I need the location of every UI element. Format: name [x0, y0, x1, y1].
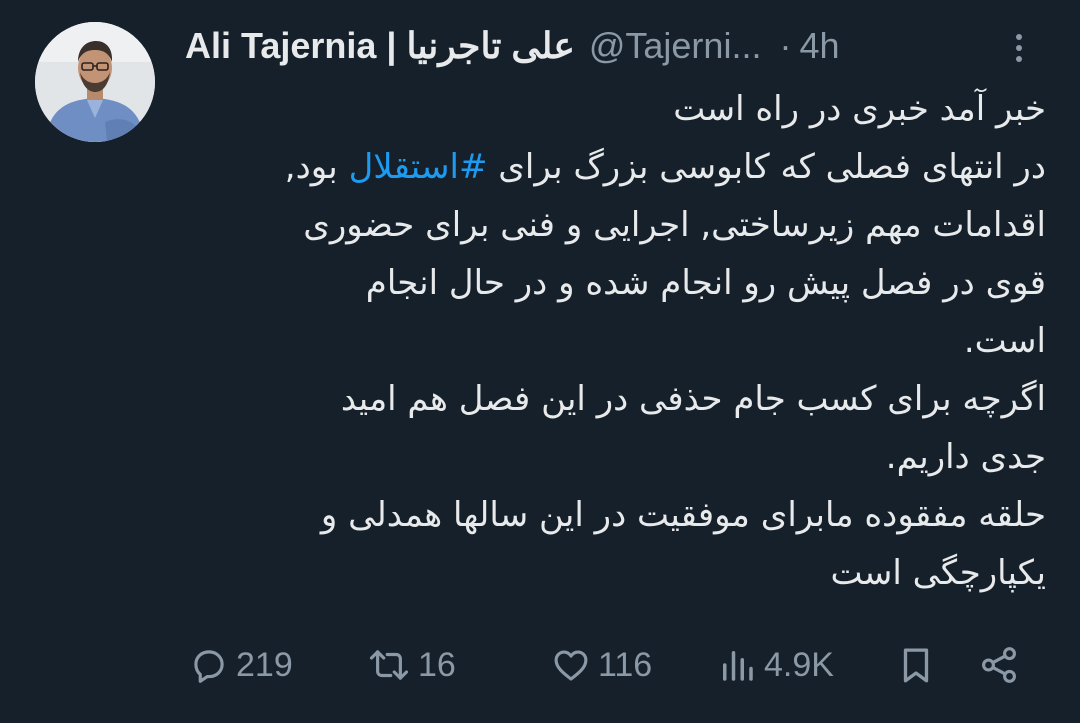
views-button[interactable]: 4.9K — [716, 640, 834, 690]
tweet-text-line: اگرچه برای کسب جام حذفی در این فصل هم ام… — [180, 370, 1046, 428]
tweet-text-line: در انتهای فصلی که کابوسی بزرگ برای #استق… — [180, 138, 1046, 196]
more-options-icon[interactable] — [1004, 28, 1034, 68]
retweet-button[interactable]: 16 — [366, 640, 456, 690]
action-bar: 219 16 116 4.9K — [0, 640, 1080, 690]
tweet-text-segment: حلقه مفقوده مابرای موفقیت در این سالها ه… — [320, 495, 1046, 535]
tweet-text-line: جدی داریم. — [180, 428, 1046, 486]
avatar[interactable] — [35, 22, 155, 142]
like-count: 116 — [598, 645, 653, 684]
retweet-count: 16 — [418, 645, 456, 684]
author-handle[interactable]: @Tajerni... — [589, 25, 762, 67]
tweet-text-line: است. — [180, 312, 1046, 370]
tweet-text-segment: اقدامات مهم زیرساختی, اجرایی و فنی برای … — [303, 205, 1046, 245]
tweet-header: Ali Tajernia | علی تاجرنیا @Tajerni... ·… — [185, 22, 840, 70]
tweet-text-segment: قوی در فصل پیش رو انجام شده و در حال انج… — [365, 263, 1046, 303]
views-icon — [716, 644, 758, 686]
hashtag-link[interactable]: #استقلال — [349, 147, 488, 187]
tweet-text-segment: یکپارچگی است — [830, 553, 1046, 593]
avatar-photo — [35, 22, 155, 142]
like-button[interactable]: 116 — [550, 640, 652, 690]
timestamp[interactable]: 4h — [799, 25, 839, 67]
author-name[interactable]: Ali Tajernia | علی تاجرنیا — [185, 25, 575, 67]
share-icon — [978, 644, 1020, 686]
tweet-text-line: قوی در فصل پیش رو انجام شده و در حال انج… — [180, 254, 1046, 312]
heart-icon — [550, 644, 592, 686]
reply-button[interactable]: 219 — [188, 640, 293, 690]
tweet-text-line: حلقه مفقوده مابرای موفقیت در این سالها ه… — [180, 486, 1046, 544]
tweet-text-segment: جدی داریم. — [885, 437, 1046, 477]
tweet-text-line: اقدامات مهم زیرساختی, اجرایی و فنی برای … — [180, 196, 1046, 254]
share-button[interactable] — [978, 640, 1020, 690]
bookmark-button[interactable] — [895, 640, 937, 690]
tweet-text-segment: خبر آمد خبری در راه است — [673, 89, 1046, 129]
tweet-text-segment: بود, — [284, 147, 349, 187]
tweet-text-segment: است. — [963, 321, 1046, 361]
separator-dot: · — [779, 25, 792, 66]
retweet-icon — [366, 644, 412, 686]
reply-icon — [188, 644, 230, 686]
tweet-text-segment: در انتهای فصلی که کابوسی بزرگ برای — [487, 147, 1046, 187]
bookmark-icon — [895, 644, 937, 686]
tweet-text-line: خبر آمد خبری در راه است — [180, 80, 1046, 138]
tweet-text-segment: اگرچه برای کسب جام حذفی در این فصل هم ام… — [340, 379, 1046, 419]
tweet-text-line: یکپارچگی است — [180, 544, 1046, 602]
reply-count: 219 — [236, 645, 293, 684]
views-count: 4.9K — [764, 645, 834, 684]
tweet-text: خبر آمد خبری در راه است در انتهای فصلی که… — [180, 80, 1046, 602]
